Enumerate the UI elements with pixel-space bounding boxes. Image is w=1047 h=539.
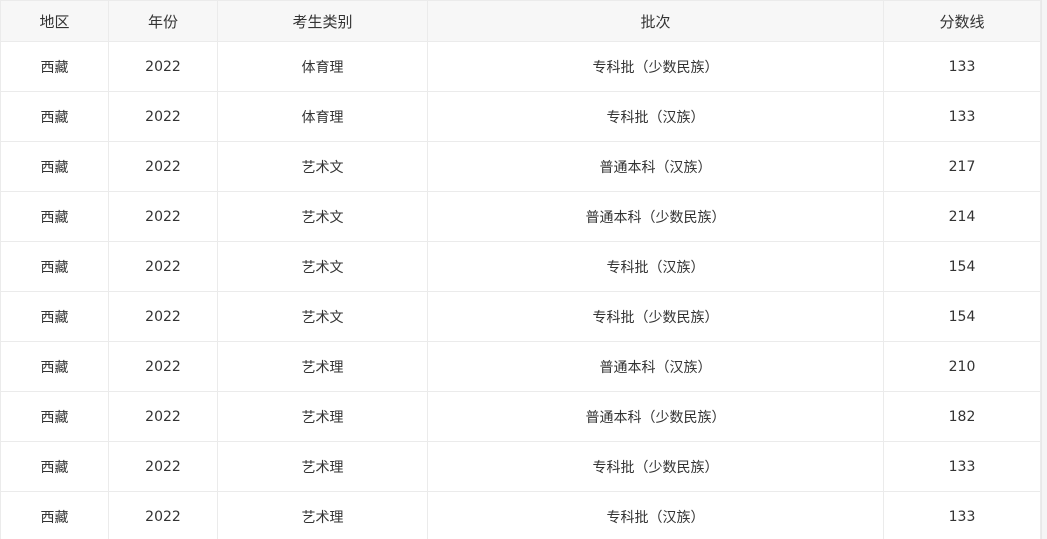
- cell-batch: 专科批（少数民族）: [427, 291, 884, 342]
- cell-region: 西藏: [0, 391, 109, 442]
- score-table-container: 地区 年份 考生类别 批次 分数线 西藏 2022 体育理 专科批（少数民族） …: [0, 0, 1047, 539]
- cell-region: 西藏: [0, 41, 109, 92]
- cell-year: 2022: [108, 141, 218, 192]
- cell-year: 2022: [108, 491, 218, 539]
- vertical-scrollbar[interactable]: [1041, 0, 1047, 539]
- header-score-line: 分数线: [883, 0, 1041, 42]
- table-row: 西藏 2022 艺术理 普通本科（少数民族） 182: [0, 391, 1047, 442]
- table-body: 西藏 2022 体育理 专科批（少数民族） 133 西藏 2022 体育理 专科…: [0, 41, 1047, 539]
- cell-year: 2022: [108, 191, 218, 242]
- cell-category: 艺术文: [217, 191, 428, 242]
- cell-region: 西藏: [0, 291, 109, 342]
- table-row: 西藏 2022 艺术文 普通本科（少数民族） 214: [0, 191, 1047, 242]
- cell-score: 133: [883, 491, 1041, 539]
- cell-year: 2022: [108, 91, 218, 142]
- cell-category: 艺术理: [217, 391, 428, 442]
- table-row: 西藏 2022 艺术理 专科批（汉族） 133: [0, 491, 1047, 539]
- cell-region: 西藏: [0, 191, 109, 242]
- cell-year: 2022: [108, 291, 218, 342]
- cell-batch: 普通本科（汉族）: [427, 141, 884, 192]
- cell-region: 西藏: [0, 441, 109, 492]
- cell-score: 154: [883, 291, 1041, 342]
- cell-score: 133: [883, 441, 1041, 492]
- table-row: 西藏 2022 艺术文 专科批（少数民族） 154: [0, 291, 1047, 342]
- cell-region: 西藏: [0, 141, 109, 192]
- cell-region: 西藏: [0, 341, 109, 392]
- cell-score: 217: [883, 141, 1041, 192]
- cell-batch: 专科批（少数民族）: [427, 41, 884, 92]
- cell-category: 艺术文: [217, 141, 428, 192]
- cell-year: 2022: [108, 391, 218, 442]
- cell-batch: 专科批（汉族）: [427, 241, 884, 292]
- table-row: 西藏 2022 艺术理 普通本科（汉族） 210: [0, 341, 1047, 392]
- cell-region: 西藏: [0, 241, 109, 292]
- cell-score: 210: [883, 341, 1041, 392]
- table-row: 西藏 2022 体育理 专科批（汉族） 133: [0, 91, 1047, 142]
- header-region: 地区: [0, 0, 109, 42]
- cell-category: 艺术文: [217, 291, 428, 342]
- cell-batch: 普通本科（汉族）: [427, 341, 884, 392]
- cell-score: 182: [883, 391, 1041, 442]
- table-header: 地区 年份 考生类别 批次 分数线: [0, 0, 1047, 42]
- cell-year: 2022: [108, 441, 218, 492]
- cell-score: 133: [883, 91, 1041, 142]
- table-row: 西藏 2022 艺术文 专科批（汉族） 154: [0, 241, 1047, 292]
- cell-category: 艺术理: [217, 441, 428, 492]
- cell-batch: 普通本科（少数民族）: [427, 391, 884, 442]
- cell-category: 艺术理: [217, 491, 428, 539]
- cell-region: 西藏: [0, 491, 109, 539]
- cell-year: 2022: [108, 41, 218, 92]
- cell-year: 2022: [108, 241, 218, 292]
- cell-category: 体育理: [217, 91, 428, 142]
- cell-score: 154: [883, 241, 1041, 292]
- header-batch: 批次: [427, 0, 884, 42]
- cell-year: 2022: [108, 341, 218, 392]
- cell-batch: 普通本科（少数民族）: [427, 191, 884, 242]
- header-year: 年份: [108, 0, 218, 42]
- cell-batch: 专科批（少数民族）: [427, 441, 884, 492]
- score-table: 地区 年份 考生类别 批次 分数线 西藏 2022 体育理 专科批（少数民族） …: [0, 0, 1047, 539]
- table-row: 西藏 2022 艺术理 专科批（少数民族） 133: [0, 441, 1047, 492]
- cell-region: 西藏: [0, 91, 109, 142]
- cell-category: 体育理: [217, 41, 428, 92]
- table-row: 西藏 2022 艺术文 普通本科（汉族） 217: [0, 141, 1047, 192]
- header-row: 地区 年份 考生类别 批次 分数线: [0, 0, 1047, 42]
- cell-batch: 专科批（汉族）: [427, 491, 884, 539]
- table-row: 西藏 2022 体育理 专科批（少数民族） 133: [0, 41, 1047, 92]
- cell-batch: 专科批（汉族）: [427, 91, 884, 142]
- cell-category: 艺术文: [217, 241, 428, 292]
- cell-score: 214: [883, 191, 1041, 242]
- header-category: 考生类别: [217, 0, 428, 42]
- cell-score: 133: [883, 41, 1041, 92]
- cell-category: 艺术理: [217, 341, 428, 392]
